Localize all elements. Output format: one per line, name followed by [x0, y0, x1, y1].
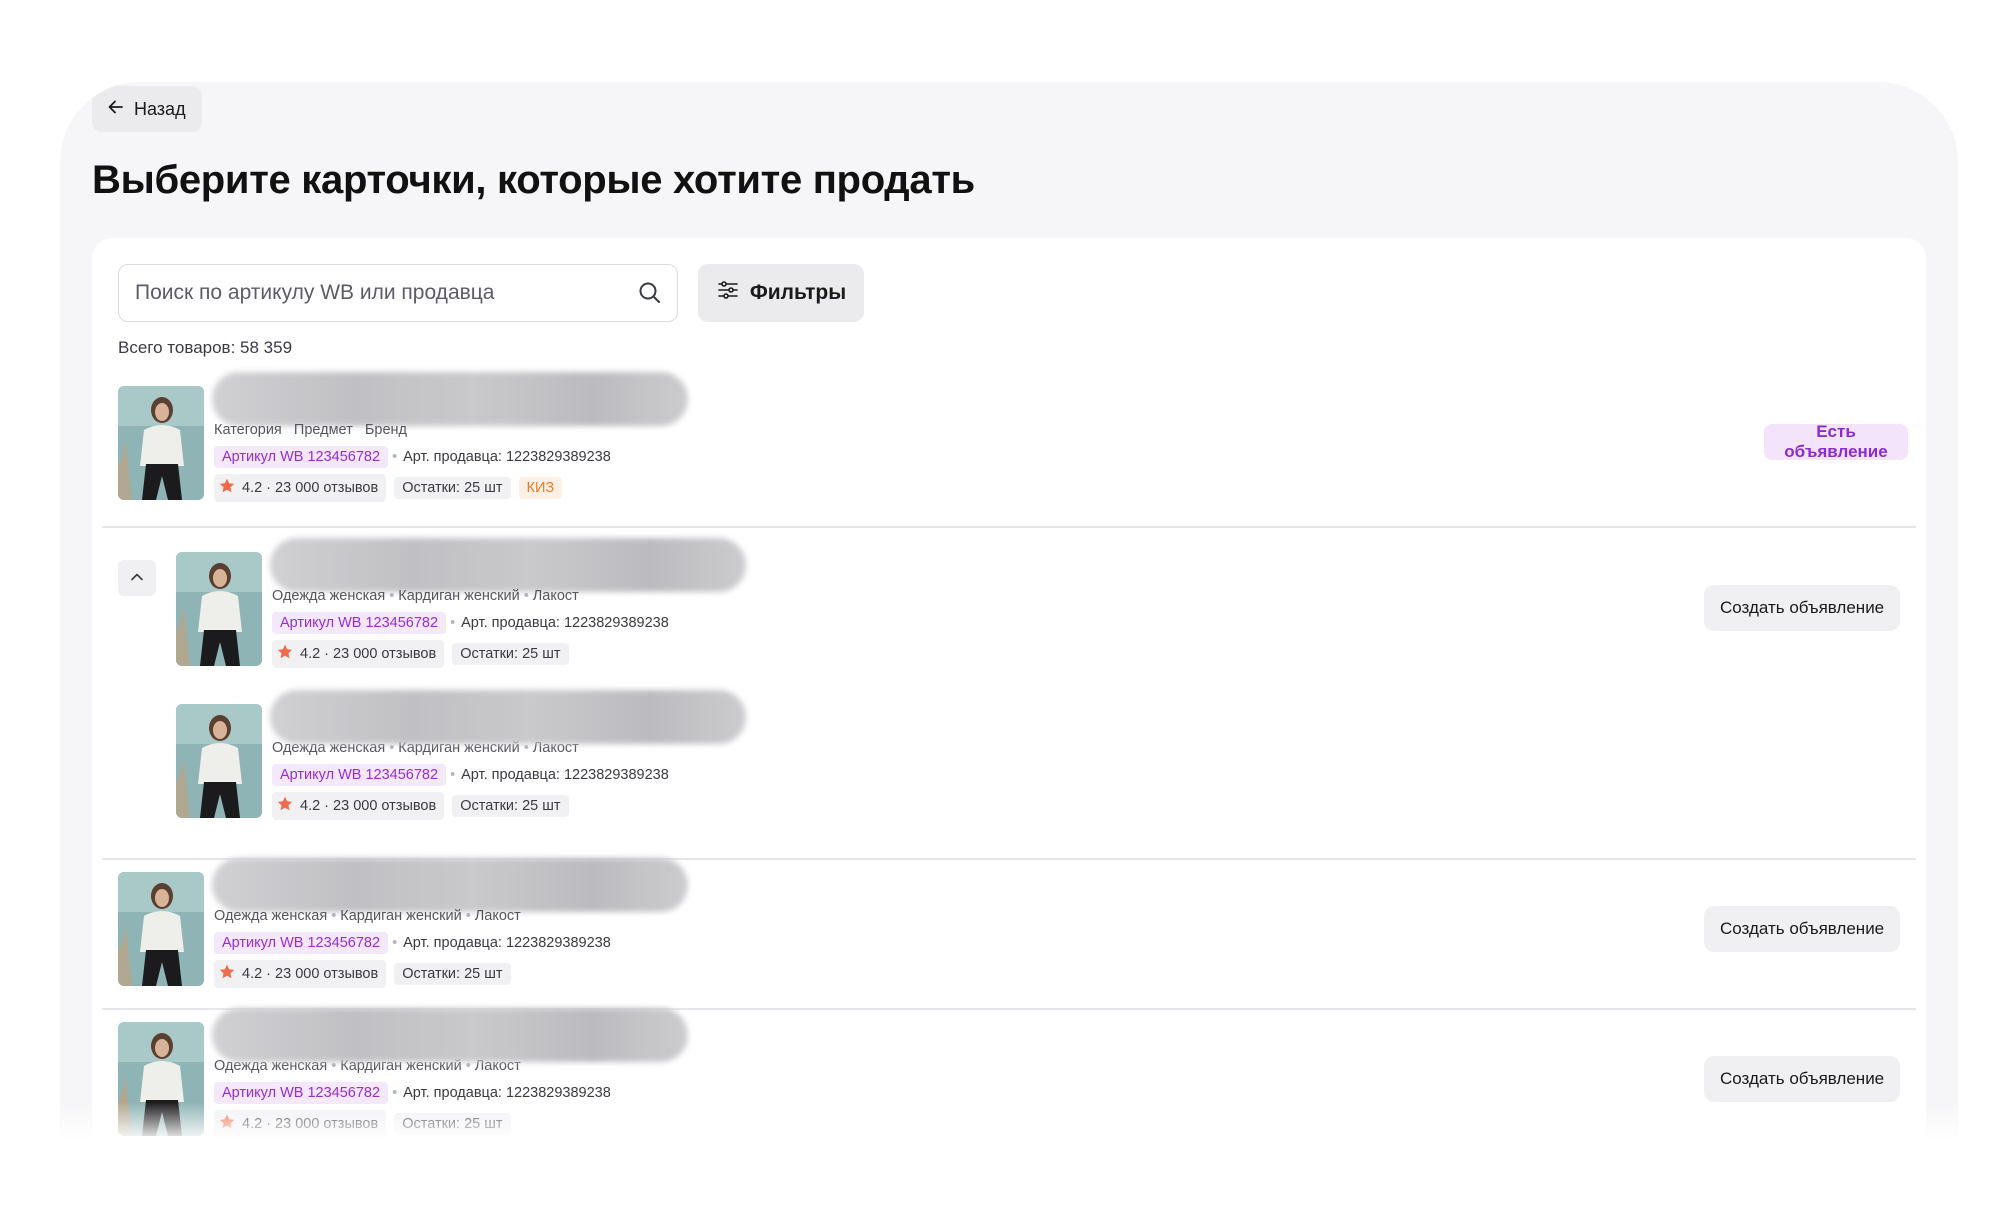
seller-article: • Арт. продавца: 1223829389238 — [392, 449, 611, 465]
seller-article-text: Арт. продавца: 1223829389238 — [461, 615, 669, 631]
meta-category: Одежда женская — [214, 908, 328, 924]
rating-badge: 4.2 · 23 000 отзывов — [214, 960, 387, 988]
star-icon — [276, 795, 294, 817]
product-thumbnail — [176, 552, 262, 666]
page-frame: Назад Выберите карточки, которые хотите … — [60, 82, 1958, 1142]
collapse-group-button[interactable] — [118, 560, 156, 596]
rating-text: 4.2 · 23 000 отзывов — [242, 1116, 379, 1132]
rating-text: 4.2 · 23 000 отзывов — [300, 798, 437, 814]
star-icon — [218, 963, 236, 985]
product-meta: Одежда женская • Кардиган женский • Лакост — [272, 588, 579, 604]
list-item[interactable]: Одежда женская • Кардиган женский • Лакост А… — [176, 538, 1908, 668]
meta-subject: Кардиган женский — [340, 908, 462, 924]
stock-badge: Остатки: 25 шт — [452, 795, 569, 817]
divider — [102, 526, 1916, 528]
list-item[interactable]: Категория Предмет Бренд Артикул WB 12345… — [118, 372, 1908, 502]
seller-article-text: Арт. продавца: 1223829389238 — [403, 449, 611, 465]
stock-badge: Остатки: 25 шт — [394, 477, 511, 499]
product-thumbnail — [118, 1022, 204, 1136]
star-icon — [276, 643, 294, 665]
seller-article-text: Арт. продавца: 1223829389238 — [461, 767, 669, 783]
rating-text: 4.2 · 23 000 отзывов — [242, 966, 379, 982]
create-listing-button[interactable]: Создать объявление — [1704, 1056, 1901, 1102]
product-meta: Одежда женская • Кардиган женский • Лакост — [214, 908, 521, 924]
product-title-blurred — [270, 690, 746, 744]
rating-text: 4.2 · 23 000 отзывов — [242, 480, 379, 496]
back-label: Назад — [134, 98, 186, 119]
meta-brand: Лакост — [474, 908, 521, 924]
seller-article-text: Арт. продавца: 1223829389238 — [403, 1085, 611, 1101]
seller-article-text: Арт. продавца: 1223829389238 — [403, 935, 611, 951]
wb-article-badge: Артикул WB 123456782 — [272, 764, 447, 786]
list-item[interactable]: Одежда женская • Кардиган женский • Лакост А… — [118, 1008, 1908, 1138]
stock-badge: Остатки: 25 шт — [394, 963, 511, 985]
wb-article-badge: Артикул WB 123456782 — [214, 446, 389, 468]
stock-badge: Остатки: 25 шт — [394, 1113, 511, 1135]
rating-badge: 4.2 · 23 000 отзывов — [214, 1110, 387, 1138]
search-icon[interactable] — [637, 280, 663, 306]
star-icon — [218, 1113, 236, 1135]
chevron-up-icon — [128, 568, 146, 589]
rating-text: 4.2 · 23 000 отзывов — [300, 646, 437, 662]
total-count: Всего товаров: 58 359 — [118, 338, 293, 357]
stock-badge: Остатки: 25 шт — [452, 643, 569, 665]
rating-badge: 4.2 · 23 000 отзывов — [272, 640, 445, 668]
arrow-left-icon — [106, 97, 126, 122]
product-title-blurred — [212, 858, 688, 912]
seller-article: • Арт. продавца: 1223829389238 — [450, 615, 669, 631]
product-title-blurred — [270, 538, 746, 592]
back-button[interactable]: Назад — [92, 86, 202, 132]
seller-article: • Арт. продавца: 1223829389238 — [392, 935, 611, 951]
list-item[interactable]: Одежда женская • Кардиган женский • Лакост А… — [118, 858, 1908, 988]
filters-button[interactable]: Фильтры — [698, 264, 864, 322]
filters-label: Фильтры — [749, 281, 847, 304]
meta-category: Категория — [214, 422, 282, 438]
wb-article-badge: Артикул WB 123456782 — [214, 932, 389, 954]
filter-sliders-icon — [716, 278, 740, 308]
product-thumbnail — [118, 386, 204, 500]
product-title-blurred — [212, 1008, 688, 1062]
rating-badge: 4.2 · 23 000 отзывов — [272, 792, 445, 820]
wb-article-badge: Артикул WB 123456782 — [272, 612, 447, 634]
meta-subject: Кардиган женский — [398, 588, 520, 604]
star-icon — [218, 477, 236, 499]
list-item[interactable]: Одежда женская • Кардиган женский • Лакост А… — [176, 690, 1908, 820]
has-listing-button[interactable]: Есть объявление — [1764, 422, 1908, 461]
product-panel: Фильтры Всего товаров: 58 359 Категория — [92, 238, 1926, 1142]
create-listing-button[interactable]: Создать объявление — [1704, 906, 1901, 952]
product-thumbnail — [176, 704, 262, 818]
meta-subject: Предмет — [293, 422, 353, 438]
page-title: Выберите карточки, которые хотите продат… — [92, 158, 975, 202]
search-field[interactable] — [118, 264, 678, 322]
meta-brand: Лакост — [532, 588, 579, 604]
meta-brand: Бренд — [364, 422, 407, 438]
kiz-badge: КИЗ — [518, 477, 563, 499]
wb-article-badge: Артикул WB 123456782 — [214, 1082, 389, 1104]
search-input[interactable] — [135, 281, 637, 305]
rating-badge: 4.2 · 23 000 отзывов — [214, 474, 387, 502]
product-meta: Категория Предмет Бренд — [214, 422, 407, 438]
product-thumbnail — [118, 872, 204, 986]
create-listing-button[interactable]: Создать объявление — [1704, 585, 1901, 631]
seller-article: • Арт. продавца: 1223829389238 — [450, 767, 669, 783]
product-title-blurred — [212, 372, 688, 426]
seller-article: • Арт. продавца: 1223829389238 — [392, 1085, 611, 1101]
meta-category: Одежда женская — [272, 588, 386, 604]
